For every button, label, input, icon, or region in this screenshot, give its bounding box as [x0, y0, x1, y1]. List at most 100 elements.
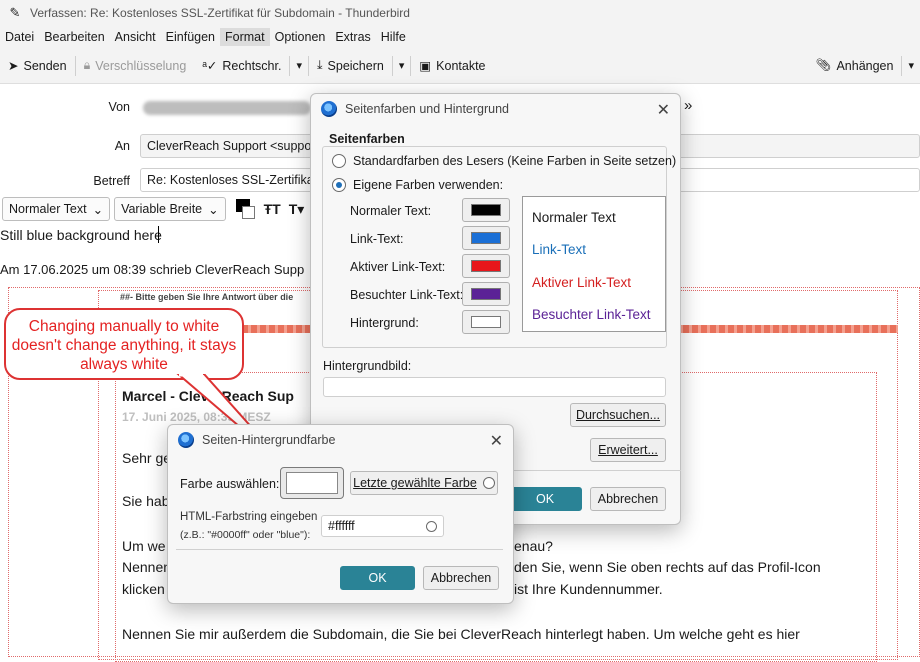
menu-format[interactable]: Format [220, 28, 270, 46]
quoted-p3b: enau? [514, 538, 553, 554]
bg-cancel-button[interactable]: Abbrechen [423, 566, 499, 590]
close-icon[interactable]: ✕ [490, 431, 503, 451]
annotation-callout: Changing manually to white doesn't chang… [4, 308, 244, 380]
attach-button[interactable]: 📎︎ Anhängen [808, 52, 902, 80]
preview-active-link: Aktiver Link-Text [532, 275, 632, 290]
html-color-label: HTML-Farbstring eingeben [180, 511, 318, 523]
normal-text-color-button[interactable] [462, 198, 510, 222]
reply-hint: ##- Bitte geben Sie Ihre Antwort über di… [120, 292, 294, 302]
normal-text-label: Normaler Text: [350, 204, 432, 218]
bg-ok-button[interactable]: OK [340, 566, 415, 590]
color-swatch [471, 316, 501, 328]
contacts-button[interactable]: ▣ Kontakte [411, 52, 493, 80]
contacts-icon: ▣ [419, 59, 432, 73]
quoted-p3a: Um we [122, 538, 166, 554]
send-icon: ➤ [8, 59, 19, 73]
menu-file[interactable]: Datei [0, 28, 39, 46]
visited-link-label: Besuchter Link-Text: [350, 288, 464, 302]
visited-link-color-button[interactable] [462, 282, 510, 306]
active-link-label: Aktiver Link-Text: [350, 260, 446, 274]
current-color-swatch [286, 472, 338, 494]
thunderbird-logo-icon [321, 101, 337, 117]
color-swatch [471, 288, 501, 300]
last-color-button[interactable]: Letzte gewählte Farbe [350, 471, 498, 495]
link-text-label: Link-Text: [350, 232, 404, 246]
browse-button[interactable]: Durchsuchen... [570, 403, 666, 427]
close-icon[interactable]: ✕ [657, 100, 670, 120]
quoted-p5b: ist Ihre Kundennummer. [514, 581, 663, 597]
preview-visited-link: Besuchter Link-Text [532, 307, 651, 322]
text-caret [158, 226, 159, 243]
save-dropdown-icon[interactable]: ▾ [393, 59, 411, 72]
last-color-swatch-icon [482, 477, 495, 489]
title-bar: ✎ Verfassen: Re: Kostenloses SSL-Zertifi… [0, 0, 920, 26]
text-style-icon[interactable]: T▾ [289, 201, 305, 218]
dialog-divider [176, 549, 503, 550]
advanced-button[interactable]: Erweitert... [590, 438, 666, 462]
dialog-titlebar: Seitenfarben und Hintergrund ✕ [311, 94, 680, 124]
default-colors-option[interactable]: Standardfarben des Lesers (Keine Farben … [332, 154, 676, 168]
lock-icon: 🔒︎ [83, 58, 91, 72]
quote-header: Am 17.06.2025 um 08:39 schrieb CleverRea… [0, 262, 305, 277]
spelling-button[interactable]: ᵃ✓ Rechtschr. [194, 52, 289, 80]
quoted-p4a: Nennen [122, 559, 172, 575]
attach-dropdown-icon[interactable]: ▾ [902, 59, 920, 72]
chevron-down-icon: ⌄ [208, 202, 219, 217]
to-label: An [114, 139, 130, 153]
ok-button[interactable]: OK [508, 487, 582, 511]
background-label: Hintergrund: [350, 316, 419, 330]
from-label: Von [108, 100, 130, 114]
bg-image-input[interactable] [323, 377, 666, 397]
preview-normal-text: Normaler Text [532, 210, 616, 225]
active-link-color-button[interactable] [462, 254, 510, 278]
font-select[interactable]: Variable Breite ⌄ [114, 197, 226, 221]
spellcheck-icon: ᵃ✓ [202, 59, 218, 73]
dialog-titlebar: Seiten-Hintergrundfarbe ✕ [168, 425, 513, 455]
text-color-picker[interactable] [230, 197, 256, 221]
menu-bar: Datei Bearbeiten Ansicht Einfügen Format… [0, 26, 920, 48]
body-line-1[interactable]: Still blue background here [0, 227, 162, 243]
expand-fields-icon[interactable]: » [684, 97, 692, 114]
background-color-button[interactable] [462, 310, 510, 334]
dialog-title: Seiten-Hintergrundfarbe [202, 433, 336, 447]
spelling-dropdown-icon[interactable]: ▾ [290, 59, 308, 72]
menu-help[interactable]: Hilfe [376, 28, 411, 46]
quoted-p2: Sie hab [122, 493, 170, 509]
dialog-title: Seitenfarben und Hintergrund [345, 102, 510, 116]
save-button[interactable]: ⤓ Speichern [309, 52, 392, 80]
color-swatch [471, 232, 501, 244]
menu-view[interactable]: Ansicht [110, 28, 161, 46]
choose-color-label: Farbe auswählen: [180, 477, 280, 491]
menu-tools[interactable]: Extras [330, 28, 375, 46]
quoted-p4b: den Sie, wenn Sie oben rechts auf das Pr… [514, 559, 821, 575]
link-text-color-button[interactable] [462, 226, 510, 250]
paragraph-format-select[interactable]: Normaler Text ⌄ [2, 197, 111, 221]
text-size-icon[interactable]: ŦT [260, 201, 285, 217]
bg-image-label: Hintergrundbild: [323, 359, 412, 373]
html-color-input[interactable]: #ffffff [321, 515, 444, 537]
cancel-button[interactable]: Abbrechen [590, 487, 666, 511]
radio-custom[interactable] [332, 178, 346, 192]
subject-label: Betreff [93, 174, 130, 188]
page-colors-heading: Seitenfarben [329, 132, 405, 146]
window-title: Verfassen: Re: Kostenloses SSL-Zertifika… [30, 6, 410, 20]
download-icon: ⤓ [317, 58, 323, 72]
quoted-p6: Nennen Sie mir außerdem die Subdomain, d… [122, 626, 800, 642]
color-picker-button[interactable] [280, 467, 344, 499]
color-preview-dot-icon [426, 520, 437, 532]
color-swatch [471, 204, 501, 216]
preview-link-text: Link-Text [532, 242, 587, 257]
custom-colors-option[interactable]: Eigene Farben verwenden: [332, 178, 503, 192]
redacted-from-address [143, 101, 311, 115]
encryption-button[interactable]: 🔒︎ Verschlüsselung [76, 52, 195, 80]
paperclip-icon: 📎︎ [815, 58, 832, 72]
menu-insert[interactable]: Einfügen [161, 28, 220, 46]
radio-default[interactable] [332, 154, 346, 168]
send-button[interactable]: ➤ Senden [0, 52, 75, 80]
html-color-hint: (z.B.: "#0000ff" oder "blue"): [180, 529, 311, 541]
menu-options[interactable]: Optionen [270, 28, 331, 46]
quoted-p1: Sehr ge [122, 450, 172, 466]
menu-edit[interactable]: Bearbeiten [39, 28, 109, 46]
color-swatch [471, 260, 501, 272]
pencil-icon: ✎ [9, 5, 21, 20]
